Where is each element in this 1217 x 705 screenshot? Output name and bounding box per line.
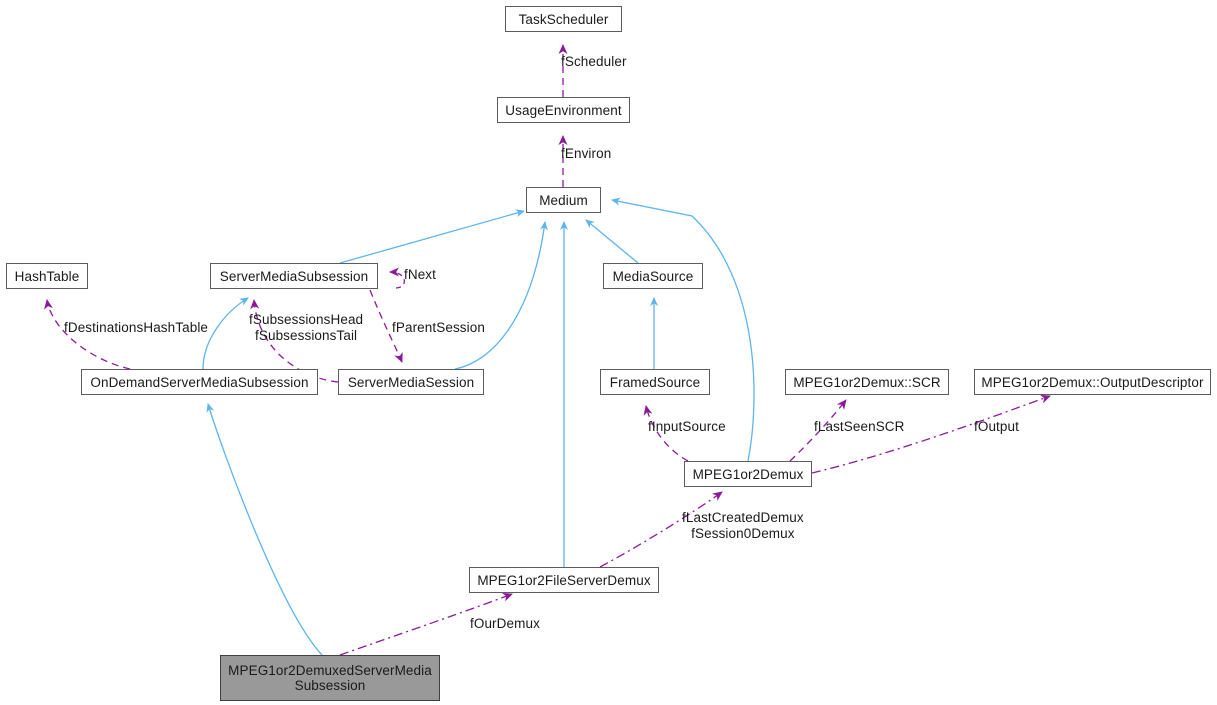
edge-label-finputsource: fInputSource [648,419,726,435]
node-label: MPEG1or2Demux [692,466,804,482]
node-label: MPEG1or2Demux::OutputDescriptor [981,374,1204,390]
node-taskscheduler[interactable]: TaskScheduler [505,6,622,32]
node-mpeg1or2demuxedservermediasubsession[interactable]: MPEG1or2DemuxedServerMedia Subsession [220,655,440,701]
edge-label-fsubsessionsheadtail: fSubsessionsHead fSubsessionsTail [249,312,363,344]
edge-label-text: fScheduler [561,54,627,69]
node-label: UsageEnvironment [505,102,622,118]
node-label: HashTable [14,268,80,284]
edge-ondemandsms-sms [202,297,249,370]
edge-target-ondemandsms [206,403,323,656]
edge-fnext [389,267,405,289]
edge-label-text: fLastSeenSCR [814,419,905,434]
edge-label-foutput: fOutput [974,419,1019,435]
node-label: OnDemandServerMediaSubsession [90,374,309,390]
node-framedsource[interactable]: FramedSource [600,369,710,395]
edge-label-fnext: fNext [404,267,436,283]
node-medium[interactable]: Medium [526,187,601,213]
edge-label-fdestinationshashtable: fDestinationsHashTable [64,320,208,336]
edge-label-text: fDestinationsHashTable [64,320,209,335]
node-servermediasession[interactable]: ServerMediaSession [338,369,484,395]
node-label: MediaSource [612,268,694,284]
edge-label-text: fLastCreatedDemux fSession0Demux [682,510,804,541]
node-ondemandservermediasubsession[interactable]: OnDemandServerMediaSubsession [81,369,318,395]
edge-label-text: fInputSource [648,419,726,434]
node-hashtable[interactable]: HashTable [6,263,88,289]
edge-label-fenviron: fEnviron [561,146,611,162]
edge-label-flastseenscr: fLastSeenSCR [814,419,905,435]
node-mpeg1or2demux-scr[interactable]: MPEG1or2Demux::SCR [785,369,949,395]
edge-label-text: fParentSession [392,320,485,335]
node-mpeg1or2demux-outputdescriptor[interactable]: MPEG1or2Demux::OutputDescriptor [974,369,1211,395]
edge-label-text: fNext [404,267,437,282]
node-label: Medium [539,192,588,208]
edge-servermediasession-medium [454,221,548,370]
edge-label-text: fOutput [974,419,1019,434]
node-label: MPEG1or2DemuxedServerMedia Subsession [228,663,432,693]
node-label: MPEG1or2FileServerDemux [477,572,651,588]
node-label: ServerMediaSession [347,374,475,390]
edge-label-fscheduler: fScheduler [561,54,627,70]
edge-sms-medium [339,209,525,264]
node-mpeg1or2demux[interactable]: MPEG1or2Demux [684,461,812,487]
node-usageenvironment[interactable]: UsageEnvironment [497,97,630,123]
edge-label-flastcreateddemux: fLastCreatedDemux fSession0Demux [682,510,804,542]
edge-label-text: fSubsessionsHead fSubsessionsTail [249,312,364,343]
association-edges [44,44,1051,656]
node-mediasource[interactable]: MediaSource [603,263,703,289]
node-label: TaskScheduler [518,11,609,27]
edge-label-text: fEnviron [561,146,612,161]
uml-collaboration-diagram: TaskScheduler UsageEnvironment Medium Ha… [0,0,1217,705]
edge-mediasource-medium [585,219,639,264]
node-label: ServerMediaSubsession [219,268,369,284]
edge-label-fparentsession: fParentSession [392,320,485,336]
edge-label-text: fOurDemux [470,616,540,631]
node-servermediasubsession[interactable]: ServerMediaSubsession [210,263,378,289]
node-label: FramedSource [609,374,701,390]
edge-label-fourdemux: fOurDemux [470,616,540,632]
node-mpeg1or2fileserverdemux[interactable]: MPEG1or2FileServerDemux [469,567,659,593]
node-label: MPEG1or2Demux::SCR [793,374,941,390]
